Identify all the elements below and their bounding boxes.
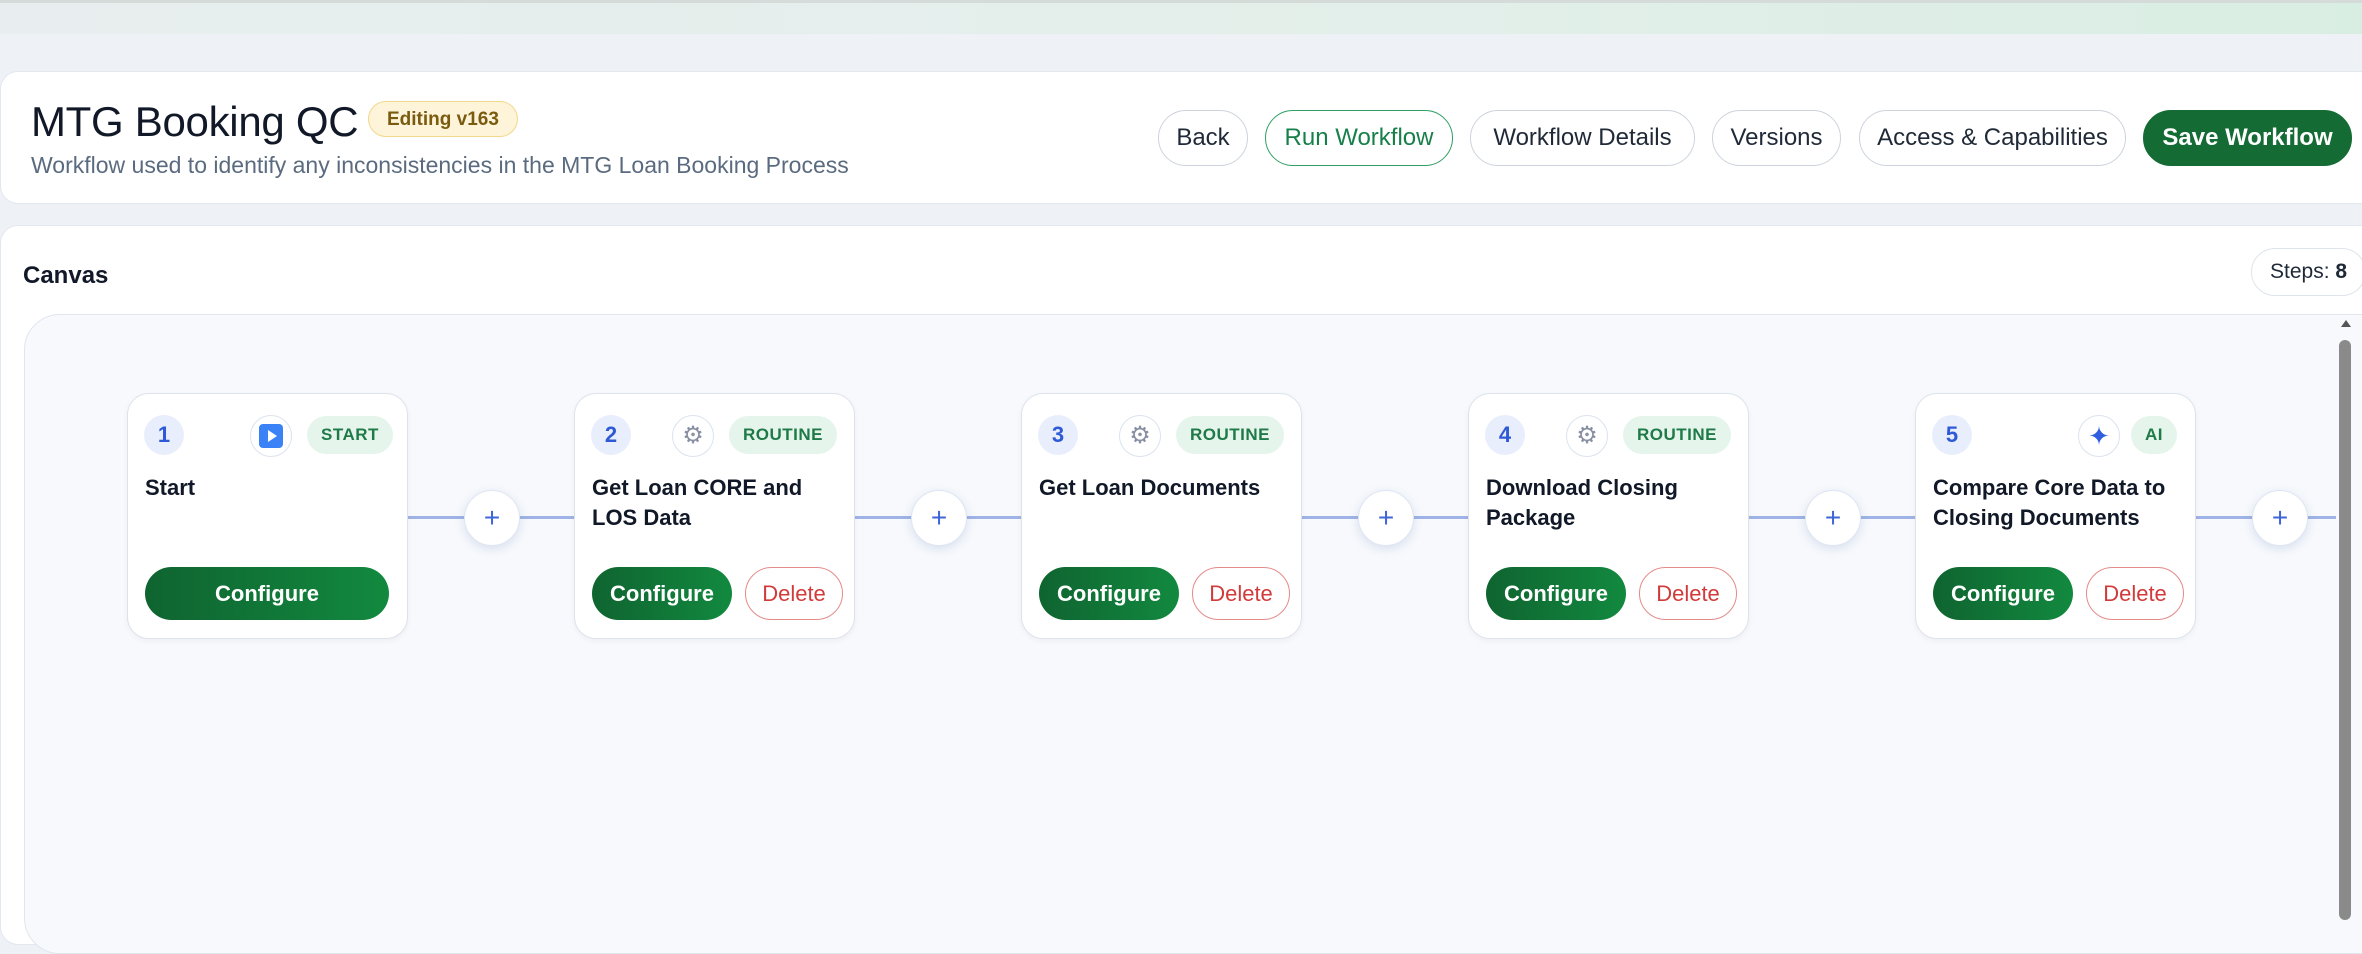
save-workflow-button[interactable]: Save Workflow: [2143, 110, 2352, 166]
delete-button[interactable]: Delete: [2086, 567, 2184, 620]
canvas-title: Canvas: [23, 262, 109, 289]
workflow-header: MTG Booking QC Editing v163 Workflow use…: [0, 71, 2362, 204]
delete-button[interactable]: Delete: [1192, 567, 1290, 620]
steps-count-value: 8: [2335, 260, 2348, 283]
workflow-description: Workflow used to identify any inconsiste…: [31, 152, 849, 178]
access-capabilities-button[interactable]: Access & Capabilities: [1859, 110, 2126, 166]
step-number: 5: [1932, 415, 1972, 455]
add-step-button[interactable]: +: [911, 490, 967, 546]
configure-button[interactable]: Configure: [1486, 567, 1626, 620]
top-banner-strip: [0, 0, 2362, 34]
steps-count-label: Steps:: [2270, 260, 2330, 283]
gear-icon: ⚙: [1119, 415, 1161, 457]
step-type-badge: ROUTINE: [1623, 416, 1731, 454]
add-step-button[interactable]: +: [1358, 490, 1414, 546]
step-type-badge: START: [307, 416, 393, 454]
workflow-details-button[interactable]: Workflow Details: [1470, 110, 1695, 166]
step-card-get-loan-documents[interactable]: 3 ⚙ ROUTINE Get Loan Documents Configure…: [1021, 393, 1302, 639]
add-step-button[interactable]: +: [2252, 490, 2308, 546]
step-card-get-loan-core-los-data[interactable]: 2 ⚙ ROUTINE Get Loan CORE and LOS Data C…: [574, 393, 855, 639]
scroll-up-arrow-icon[interactable]: [2341, 320, 2351, 327]
configure-button[interactable]: Configure: [592, 567, 732, 620]
step-number: 4: [1485, 415, 1525, 455]
step-type-badge: AI: [2131, 416, 2177, 454]
gear-icon: ⚙: [1566, 415, 1608, 457]
add-step-button[interactable]: +: [1805, 490, 1861, 546]
page-title: MTG Booking QC: [31, 98, 359, 145]
step-number: 3: [1038, 415, 1078, 455]
step-title: Get Loan Documents: [1039, 475, 1261, 500]
step-title: Start: [145, 475, 196, 500]
steps-count-badge: Steps: 8: [2251, 248, 2362, 296]
configure-button[interactable]: Configure: [1933, 567, 2073, 620]
delete-button[interactable]: Delete: [1639, 567, 1737, 620]
delete-button[interactable]: Delete: [745, 567, 843, 620]
play-icon: [250, 415, 292, 457]
step-type-badge: ROUTINE: [729, 416, 837, 454]
back-button[interactable]: Back: [1158, 110, 1248, 166]
step-title: Download Closing Package: [1486, 475, 1678, 530]
step-card-start[interactable]: 1 START Start Configure: [127, 393, 408, 639]
step-number: 2: [591, 415, 631, 455]
editing-version-badge: Editing v163: [368, 101, 518, 137]
add-step-button[interactable]: +: [464, 490, 520, 546]
gear-icon: ⚙: [672, 415, 714, 457]
step-type-badge: ROUTINE: [1176, 416, 1284, 454]
sparkle-icon: ✦: [2078, 415, 2120, 457]
run-workflow-button[interactable]: Run Workflow: [1265, 110, 1453, 166]
step-card-download-closing-package[interactable]: 4 ⚙ ROUTINE Download Closing Package Con…: [1468, 393, 1749, 639]
step-card-compare-core-data[interactable]: 5 ✦ AI Compare Core Data to Closing Docu…: [1915, 393, 2196, 639]
step-title: Compare Core Data to Closing Documents: [1933, 475, 2166, 530]
canvas-scrollbar-thumb[interactable]: [2339, 340, 2351, 920]
step-title: Get Loan CORE and LOS Data: [592, 475, 803, 530]
step-number: 1: [144, 415, 184, 455]
versions-button[interactable]: Versions: [1712, 110, 1841, 166]
configure-button[interactable]: Configure: [145, 567, 389, 620]
configure-button[interactable]: Configure: [1039, 567, 1179, 620]
